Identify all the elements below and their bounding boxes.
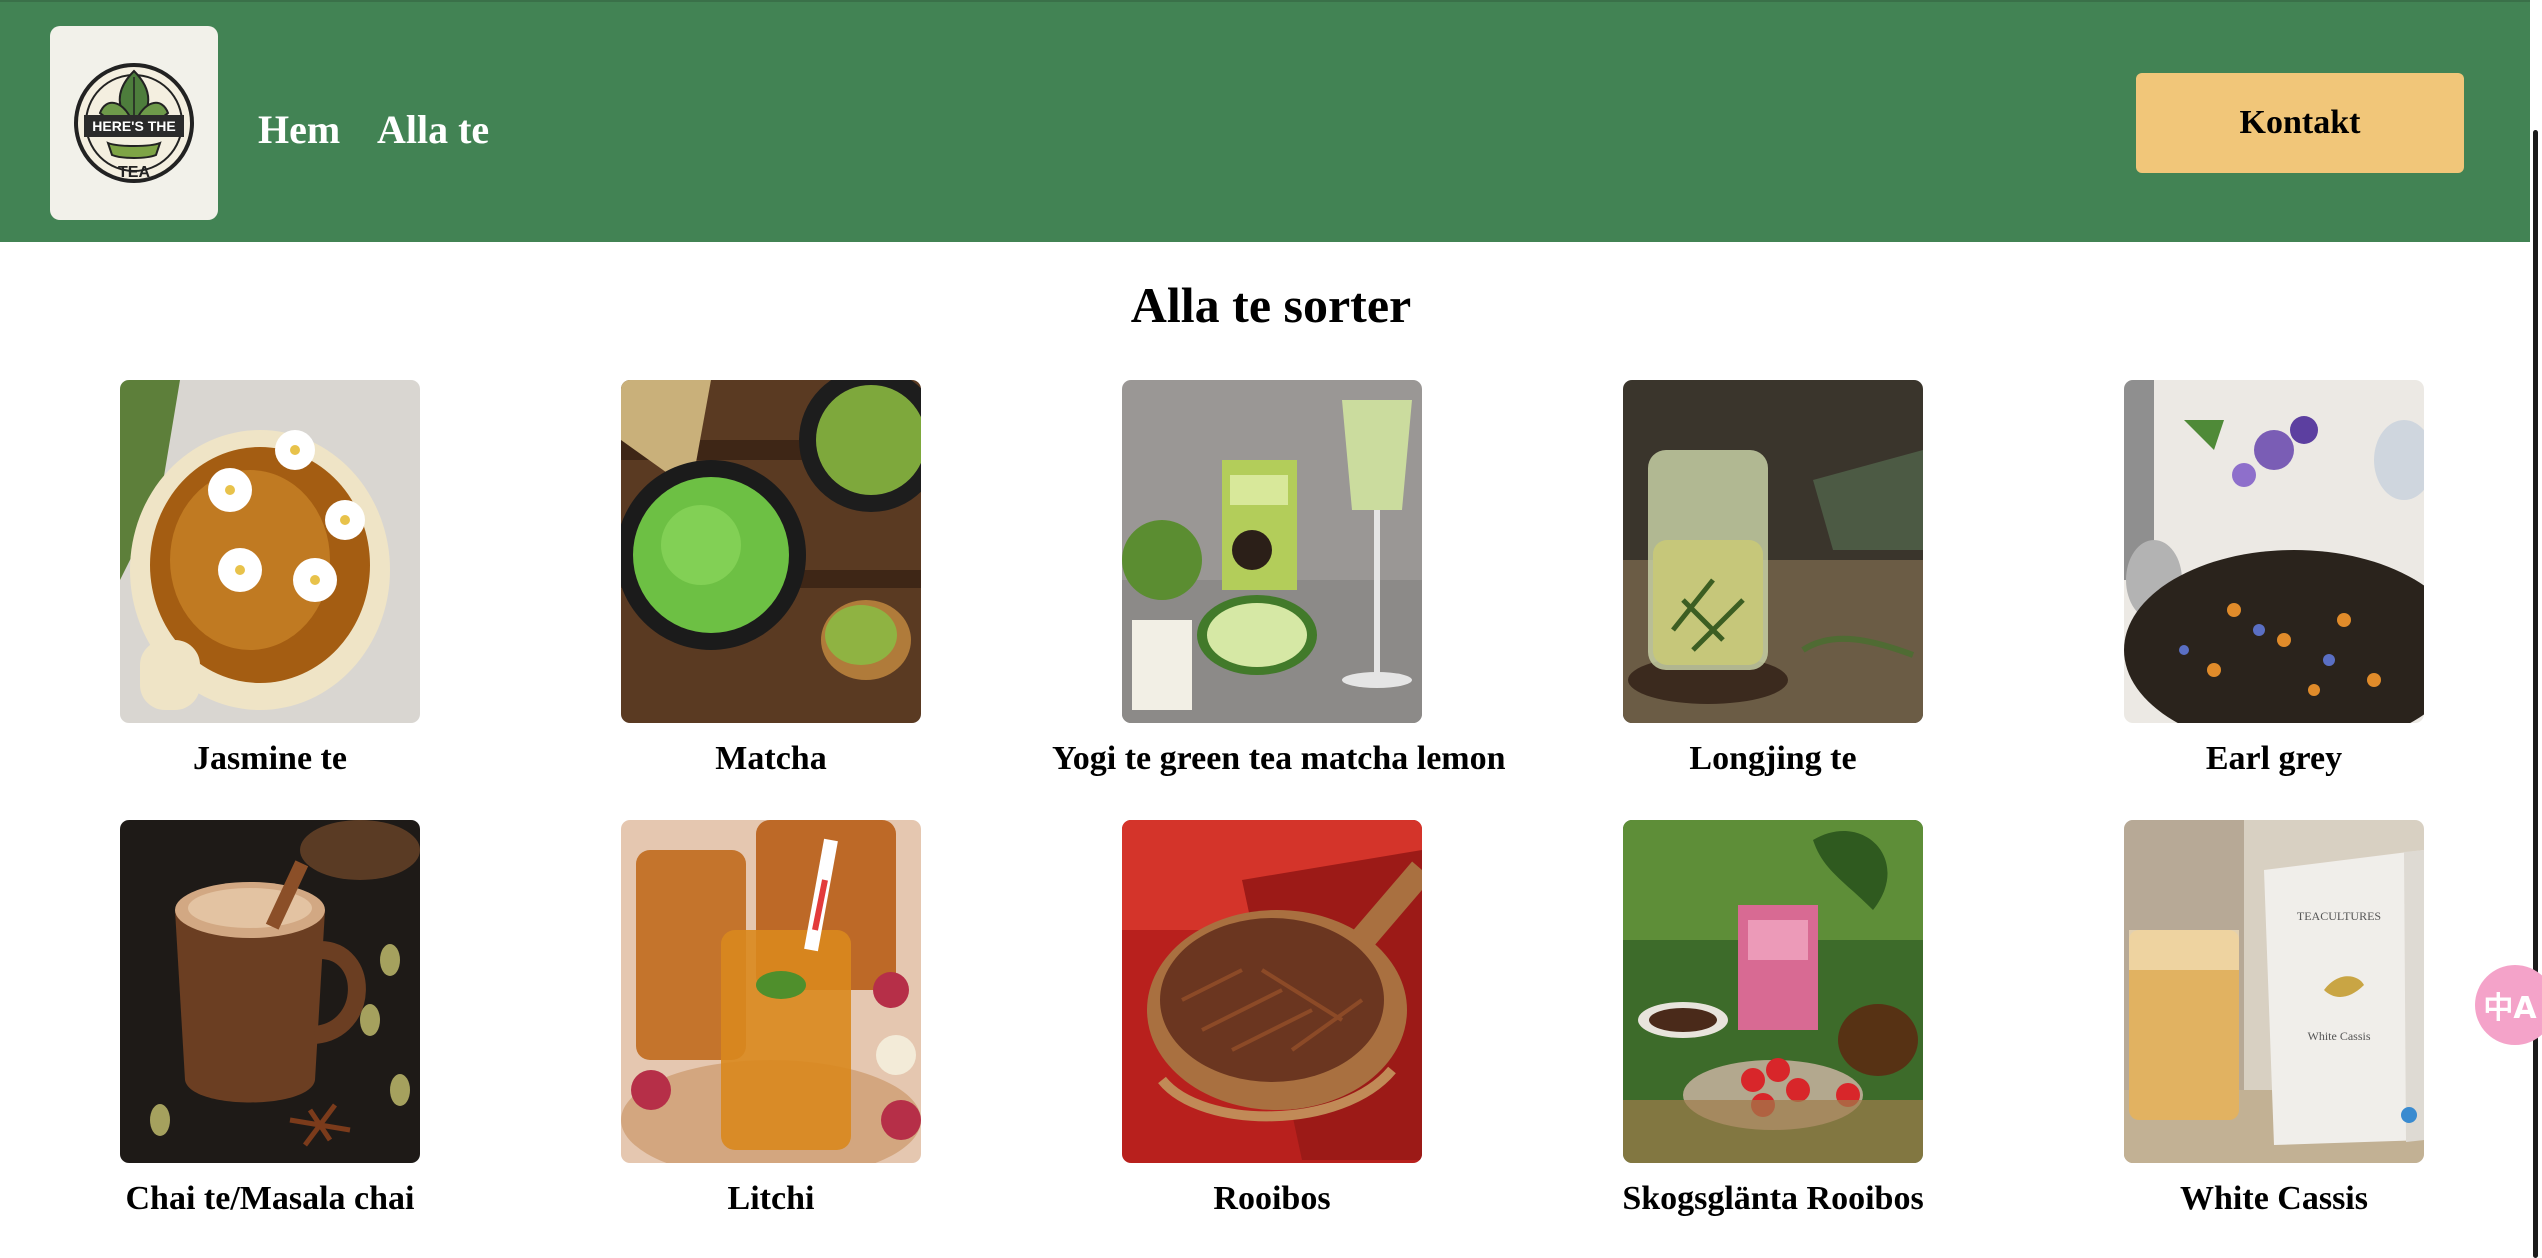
skogsglanta-rooibos-image[interactable] (1623, 820, 1923, 1163)
svg-text:TEA: TEA (118, 164, 150, 181)
tea-card[interactable]: Skogsglänta Rooibos (1553, 820, 1993, 1221)
tea-name: Matcha (715, 740, 827, 777)
tea-card[interactable]: Chai te/Masala chai (50, 820, 490, 1221)
tea-name: White Cassis (2180, 1180, 2368, 1217)
chai-tea-image[interactable] (120, 820, 420, 1163)
site-logo[interactable]: HERE'S THE TEA (50, 26, 218, 220)
tea-name: Rooibos (1213, 1180, 1331, 1217)
scrollbar-thumb[interactable] (2533, 130, 2538, 1258)
tea-leaf-logo-icon: HERE'S THE TEA (74, 63, 194, 183)
tea-name: Yogi te green tea matcha lemon (1052, 740, 1506, 777)
tea-card[interactable]: Jasmine te (50, 380, 490, 781)
white-cassis-image[interactable]: TEACULTURES White Cassis (2124, 820, 2424, 1163)
tea-name: Jasmine te (193, 740, 347, 777)
litchi-tea-image[interactable] (621, 820, 921, 1163)
tea-name: Chai te/Masala chai (125, 1180, 415, 1217)
yogi-tea-image[interactable] (1122, 380, 1422, 723)
nav-link-home[interactable]: Hem (258, 110, 340, 150)
svg-text:White Cassis: White Cassis (2308, 1029, 2371, 1043)
earl-grey-image[interactable] (2124, 380, 2424, 723)
svg-text:HERE'S THE: HERE'S THE (92, 118, 175, 134)
tea-name: Earl grey (2205, 740, 2343, 777)
tea-card[interactable]: Longjing te (1553, 380, 1993, 781)
longjing-tea-image[interactable] (1623, 380, 1923, 723)
translate-icon: 中A (2483, 991, 2537, 1026)
tea-name: Litchi (727, 1180, 815, 1217)
tea-card[interactable]: Matcha (551, 380, 991, 781)
tea-name: Skogsglänta Rooibos (1622, 1180, 1924, 1217)
tea-card[interactable]: Rooibos (1052, 820, 1492, 1221)
site-header: HERE'S THE TEA Hem Alla te Kontakt (0, 0, 2542, 242)
rooibos-image[interactable] (1122, 820, 1422, 1163)
contact-button[interactable]: Kontakt (2136, 73, 2464, 173)
tea-card[interactable]: Litchi (551, 820, 991, 1221)
tea-card[interactable]: Earl grey (2054, 380, 2494, 781)
tea-name: Longjing te (1689, 740, 1857, 777)
jasmine-tea-image[interactable] (120, 380, 420, 723)
nav-link-all-teas[interactable]: Alla te (377, 110, 489, 150)
tea-card[interactable]: Yogi te green tea matcha lemon (1052, 380, 1506, 781)
page-title: Alla te sorter (1130, 277, 1412, 333)
matcha-image[interactable] (621, 380, 921, 723)
svg-text:TEACULTURES: TEACULTURES (2297, 909, 2381, 923)
tea-card[interactable]: TEACULTURES White Cassis White Cassis (2054, 820, 2494, 1221)
